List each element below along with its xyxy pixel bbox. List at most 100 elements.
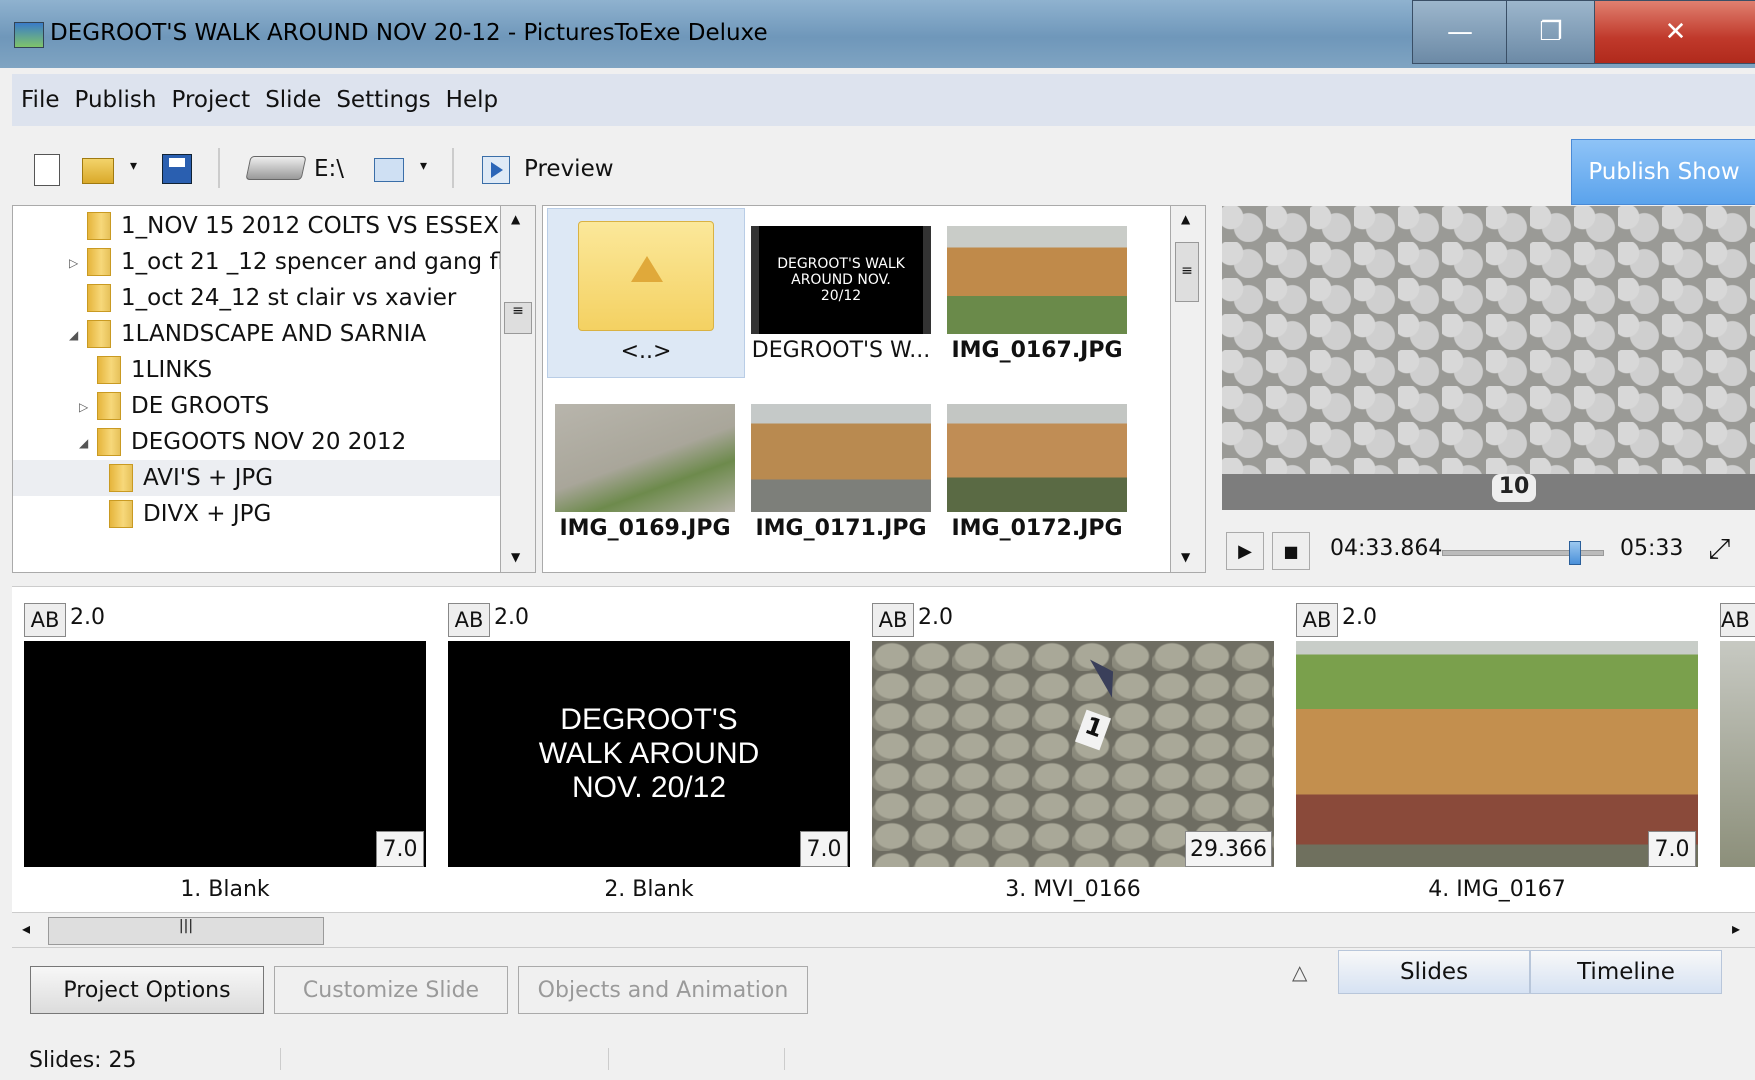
file-item[interactable]: IMG_0169.JPG [547, 386, 743, 554]
scroll-thumb[interactable]: ≡ [504, 302, 532, 334]
scroll-down-icon[interactable]: ▼ [1181, 550, 1190, 564]
tree-item[interactable]: DIVX + JPG [109, 496, 271, 532]
transition-duration[interactable]: 2.0 [70, 605, 105, 630]
fullscreen-icon[interactable]: ⤢ [1708, 532, 1730, 566]
files-scrollbar[interactable]: ▲ ≡ ▼ [1170, 205, 1206, 573]
file-item[interactable]: DEGROOT'S WALK AROUND NOV. 20/12 DEGROOT… [743, 208, 939, 376]
menu-help[interactable]: Help [446, 87, 498, 113]
folder-tree[interactable]: 1_NOV 15 2012 COLTS VS ESSEX ▷ 1_oct 21 … [12, 205, 502, 573]
menu-settings[interactable]: Settings [336, 87, 430, 113]
window-title: DEGROOT'S WALK AROUND NOV 20-12 - Pictur… [50, 20, 768, 46]
minimize-button[interactable]: — [1412, 0, 1508, 64]
project-options-button[interactable]: Project Options [30, 966, 264, 1014]
tree-scrollbar[interactable]: ▲ ≡ ▼ [500, 205, 536, 573]
slides-count: Slides: 25 [29, 1047, 137, 1073]
scroll-thumb[interactable]: ≡ [1175, 242, 1199, 302]
save-icon[interactable] [162, 154, 192, 184]
slide-duration[interactable]: 7.0 [1648, 831, 1696, 867]
image-view-icon[interactable] [374, 158, 404, 182]
seek-slider[interactable] [1442, 541, 1604, 565]
scroll-thumb[interactable]: ||| [48, 917, 324, 945]
transition-ab-icon[interactable]: AB [1296, 603, 1338, 637]
file-item-parent[interactable]: <..> [547, 208, 745, 378]
transition-duration[interactable]: 2.0 [918, 605, 953, 630]
slide-caption: 3. MVI_0166 [1005, 877, 1141, 902]
drive-icon[interactable] [245, 156, 307, 180]
expand-icon[interactable]: ▷ [69, 256, 78, 270]
preview-icon[interactable] [482, 156, 510, 184]
scroll-left-icon[interactable]: ◂ [22, 919, 30, 938]
drive-label[interactable]: E:\ [314, 156, 344, 182]
collapse-panel-icon[interactable]: △ [1292, 960, 1307, 984]
slide-duration[interactable]: 7.0 [800, 831, 848, 867]
transition-ab-icon[interactable]: AB [448, 603, 490, 637]
slide-caption: 1. Blank [180, 877, 270, 902]
folder-icon [87, 212, 111, 240]
preview-button[interactable]: Preview [524, 156, 614, 182]
maximize-button[interactable]: ❐ [1506, 0, 1596, 64]
preview-wall [1222, 474, 1755, 510]
tab-timeline[interactable]: Timeline [1530, 950, 1722, 994]
tree-item[interactable]: 1LINKS [97, 352, 212, 388]
tree-item[interactable]: 1LANDSCAPE AND SARNIA [87, 316, 426, 352]
scroll-right-icon[interactable]: ▸ [1732, 919, 1740, 938]
file-caption: DEGROOT'S W... [751, 338, 931, 363]
slide-duration[interactable]: 7.0 [376, 831, 424, 867]
transition-ab-icon[interactable]: AB [872, 603, 914, 637]
close-button[interactable]: ✕ [1594, 0, 1755, 64]
slide-caption: 2. Blank [604, 877, 694, 902]
slide-list[interactable]: AB 2.0 7.0 1. Blank AB 2.0 DEGROOT'S WAL… [12, 586, 1755, 913]
slide-thumbnail-partial[interactable] [1720, 641, 1755, 867]
customize-slide-button[interactable]: Customize Slide [274, 966, 508, 1014]
file-caption: IMG_0171.JPG [755, 516, 927, 541]
slide-list-scrollbar[interactable]: ◂ ||| ▸ [12, 912, 1755, 948]
transition-duration[interactable]: 2.0 [494, 605, 529, 630]
file-item[interactable]: IMG_0167.JPG [939, 208, 1135, 376]
play-button[interactable]: ▶ [1226, 532, 1264, 570]
collapse-icon[interactable]: ◢ [79, 436, 88, 450]
tree-item[interactable]: 1_oct 24_12 st clair vs xavier [87, 280, 456, 316]
slide-thumbnail[interactable] [24, 641, 426, 867]
transition-ab-icon[interactable]: AB [1720, 603, 1755, 637]
seek-thumb[interactable] [1569, 541, 1582, 565]
file-browser[interactable]: <..> DEGROOT'S WALK AROUND NOV. 20/12 DE… [542, 205, 1172, 573]
scroll-down-icon[interactable]: ▼ [511, 550, 520, 564]
stop-button[interactable]: ■ [1272, 532, 1310, 570]
menu-slide[interactable]: Slide [265, 87, 321, 113]
folder-icon [97, 392, 121, 420]
photo-thumbnail [947, 404, 1127, 512]
slide-item[interactable]: AB 2.0 1 29.366 3. MVI_0166 [872, 587, 1274, 903]
photo-thumbnail [751, 404, 931, 512]
menu-project[interactable]: Project [171, 87, 250, 113]
slide-duration[interactable]: 29.366 [1185, 831, 1272, 867]
tree-item[interactable]: DE GROOTS [97, 388, 269, 424]
open-dropdown-icon[interactable]: ▾ [130, 158, 137, 174]
objects-animation-button[interactable]: Objects and Animation [518, 966, 808, 1014]
tree-item[interactable]: DEGOOTS NOV 20 2012 [97, 424, 406, 460]
transition-ab-icon[interactable]: AB [24, 603, 66, 637]
file-item[interactable]: IMG_0172.JPG [939, 386, 1135, 554]
total-duration: 05:33 [1620, 536, 1684, 561]
position-time: 04:33.864 [1330, 536, 1443, 561]
slide-item[interactable]: AB 2.0 7.0 4. IMG_0167 [1296, 587, 1698, 903]
menu-file[interactable]: File [21, 87, 60, 113]
slide-item[interactable]: AB 2.0 DEGROOT'S WALK AROUND NOV. 20/12 … [448, 587, 850, 903]
tab-slides[interactable]: Slides [1338, 950, 1530, 994]
tree-item[interactable]: 1_NOV 15 2012 COLTS VS ESSEX [87, 208, 499, 244]
tree-item[interactable]: 1_oct 21 _12 spencer and gang flig [87, 244, 501, 280]
publish-show-button[interactable]: Publish Show [1571, 139, 1755, 205]
view-dropdown-icon[interactable]: ▾ [420, 158, 427, 174]
toolbar-separator [218, 148, 220, 188]
slide-thumbnail[interactable] [1296, 641, 1698, 867]
new-file-icon[interactable] [34, 154, 60, 186]
collapse-icon[interactable]: ◢ [69, 328, 78, 342]
slide-item[interactable]: AB 2.0 7.0 1. Blank [24, 587, 426, 903]
open-folder-icon[interactable] [82, 158, 114, 184]
transition-duration[interactable]: 2.0 [1342, 605, 1377, 630]
expand-icon[interactable]: ▷ [79, 400, 88, 414]
scroll-up-icon[interactable]: ▲ [511, 212, 520, 226]
tree-item-selected[interactable]: AVI'S + JPG [13, 460, 501, 496]
file-item[interactable]: IMG_0171.JPG [743, 386, 939, 554]
menu-publish[interactable]: Publish [75, 87, 157, 113]
scroll-up-icon[interactable]: ▲ [1181, 212, 1190, 226]
